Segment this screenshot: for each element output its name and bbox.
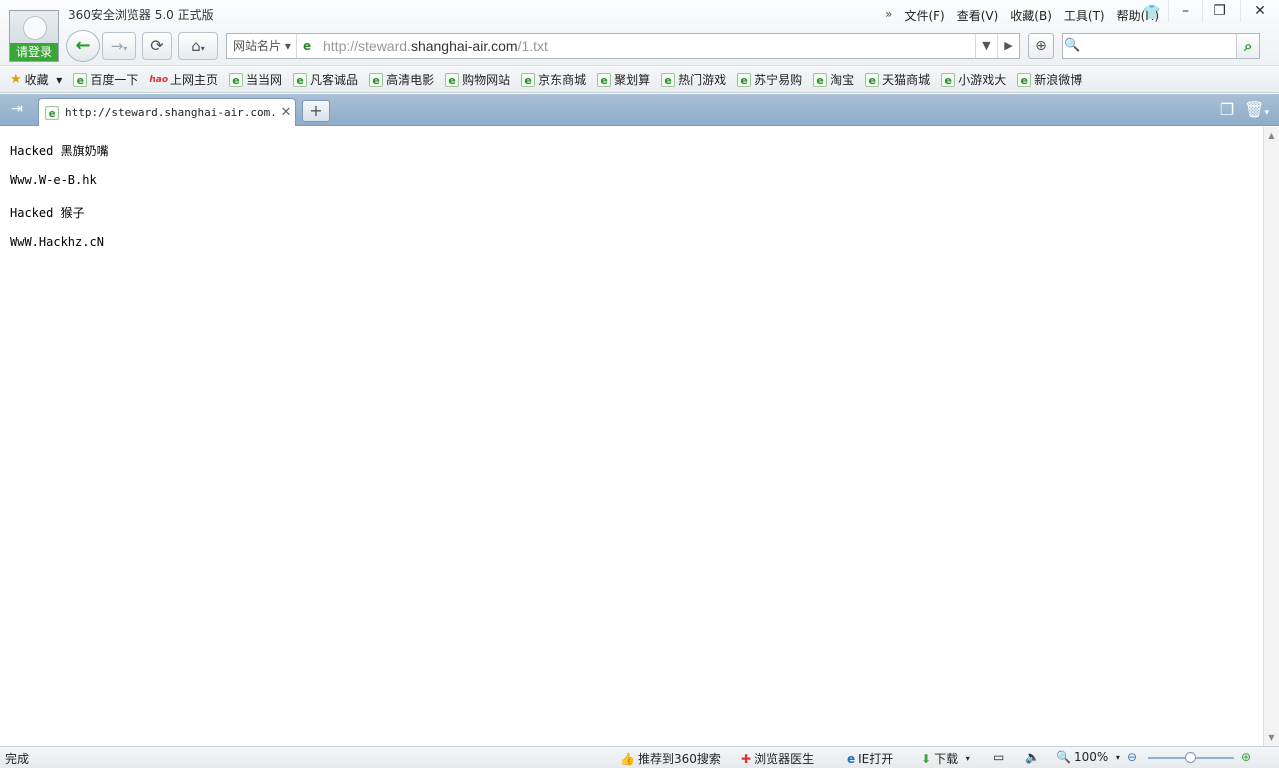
hao-icon: hao [149, 74, 169, 85]
ie-open[interactable]: e IE打开 [847, 750, 893, 767]
trash-icon[interactable]: 🗑▾ [1244, 100, 1269, 123]
thumb-up-icon: 👍 [620, 751, 635, 766]
user-avatar[interactable]: 请登录 [9, 10, 59, 62]
bookmark-item[interactable]: e 京东商城 [521, 71, 586, 88]
tab-active[interactable]: e http://steward.shanghai-air.com... ✕ [38, 98, 296, 126]
refresh-button[interactable]: ⟳ [142, 32, 172, 60]
tab-tools: ❐ 🗑▾ [1220, 100, 1269, 123]
zoom-in-icon[interactable]: ⊕ [1241, 750, 1251, 764]
bookmark-item[interactable]: e 聚划算 [597, 71, 650, 88]
search-engine-icon[interactable]: 🔍 [1063, 34, 1081, 58]
ie-logo-icon: e [847, 751, 856, 766]
login-button[interactable]: 请登录 [10, 43, 58, 61]
ie-icon: e [521, 72, 536, 87]
medkit-icon: ✚ [741, 751, 752, 766]
url-history-dropdown-icon[interactable]: ▼ [975, 34, 997, 58]
bookmark-item[interactable]: hao 上网主页 [149, 71, 218, 88]
status-text: 完成 [5, 752, 30, 766]
bookmark-item[interactable]: e 热门游戏 [661, 71, 726, 88]
menu-expand-icon[interactable]: » [885, 7, 892, 24]
content-line: WwW.Hackhz.cN [10, 235, 104, 249]
go-arrow-icon[interactable]: ▶ [997, 34, 1019, 58]
star-icon: ★ [10, 72, 22, 87]
app-title: 360安全浏览器 5.0 正式版 [68, 8, 214, 22]
bookmark-item[interactable]: e 淘宝 [813, 71, 854, 88]
scroll-up-icon[interactable]: ▲ [1264, 127, 1279, 144]
status-bar: 完成 👍 推荐到360搜索 ✚ 浏览器医生 e IE打开 ⬇ 下载 ▾ ▭ 🔈 🔍 100… [0, 746, 1279, 768]
forward-button[interactable]: →▾ [102, 32, 136, 60]
tab-bar: ⇥ e http://steward.shanghai-air.com... ✕… [0, 94, 1279, 126]
content-line: Hacked 猴子 [10, 206, 85, 220]
bookmark-item[interactable]: e 百度一下 [73, 71, 138, 88]
zoom-level[interactable]: 🔍 100% ▾ [1056, 750, 1120, 764]
ie-icon: e [45, 105, 59, 120]
bookmark-item[interactable]: e 高清电影 [369, 71, 434, 88]
bookmark-item[interactable]: e 新浪微博 [1017, 71, 1082, 88]
bookmark-item[interactable]: e 天猫商城 [865, 71, 930, 88]
page-favicon-icon: e [303, 39, 312, 53]
vertical-scrollbar[interactable]: ▲ ▼ [1263, 127, 1279, 746]
content-line: Www.W-e-B.hk [10, 173, 97, 187]
restore-button[interactable]: ❐ [1202, 0, 1236, 22]
menu-file[interactable]: 文件(F) [904, 7, 944, 24]
new-tab-button[interactable]: + [302, 100, 330, 122]
bookmark-item[interactable]: e 小游戏大 [941, 71, 1006, 88]
back-button[interactable]: ← [66, 30, 100, 62]
bookmark-item[interactable]: e 当当网 [229, 71, 282, 88]
ie-icon: e [737, 72, 752, 87]
title-bar: 请登录 360安全浏览器 5.0 正式版 » 文件(F) 查看(V) 收藏(B)… [0, 0, 1279, 66]
download-arrow-icon: ⬇ [921, 751, 932, 766]
url-text[interactable]: http://steward.shanghai-air.com/1.txt [323, 38, 975, 54]
ie-icon: e [73, 72, 88, 87]
ie-icon: e [597, 72, 612, 87]
address-bar[interactable]: 网站名片 ▾ e http://steward.shanghai-air.com… [226, 33, 1020, 59]
menu-tools[interactable]: 工具(T) [1064, 7, 1105, 24]
search-box[interactable]: 🔍 ⌕ [1062, 33, 1260, 59]
tab-list-icon[interactable]: ❐ [1220, 100, 1234, 123]
ie-icon: e [865, 72, 880, 87]
search-go-icon[interactable]: ⌕ [1236, 34, 1259, 58]
menu-view[interactable]: 查看(V) [957, 7, 999, 24]
tab-title: http://steward.shanghai-air.com... [65, 106, 277, 119]
bookmarks-bar: ★ 收藏 ▾ e 百度一下 hao 上网主页 e 当当网 e 凡客诚品 e 高清电影 e 购物… [0, 67, 1279, 93]
menu-bar: » 文件(F) 查看(V) 收藏(B) 工具(T) 帮助(H) [885, 7, 1159, 24]
security-shield-icon[interactable]: ⊕ [1028, 33, 1054, 59]
content-line: Hacked 黑旗奶嘴 [10, 144, 109, 158]
zoom-slider-knob[interactable] [1185, 752, 1196, 763]
skin-shirt-icon[interactable]: 👕 [1143, 6, 1160, 20]
ie-icon: e [445, 72, 460, 87]
avatar-head-icon [23, 16, 47, 40]
magnifier-icon: 🔍 [1056, 750, 1071, 764]
ie-icon: e [369, 72, 384, 87]
bookmark-item[interactable]: e 购物网站 [445, 71, 510, 88]
minimize-button[interactable]: – [1168, 0, 1202, 22]
tab-close-icon[interactable]: ✕ [277, 105, 295, 120]
ie-icon: e [941, 72, 956, 87]
close-window-button[interactable]: ✕ [1240, 0, 1279, 22]
bookmark-item[interactable]: e 凡客诚品 [293, 71, 358, 88]
ie-icon: e [293, 72, 308, 87]
ie-icon: e [229, 72, 244, 87]
browser-doctor[interactable]: ✚ 浏览器医生 [741, 750, 814, 767]
ie-icon: e [661, 72, 676, 87]
home-button[interactable]: ⌂▾ [178, 32, 218, 60]
recommend-360-search[interactable]: 👍 推荐到360搜索 [620, 750, 721, 767]
favorites-menu[interactable]: ★ 收藏 ▾ [10, 71, 62, 88]
site-card-dropdown[interactable]: 网站名片 ▾ [227, 34, 297, 58]
ie-icon: e [813, 72, 828, 87]
scroll-down-icon[interactable]: ▼ [1264, 729, 1279, 746]
screen-icon[interactable]: ▭ [993, 750, 1004, 764]
page-content: Hacked 黑旗奶嘴 Www.W-e-B.hk Hacked 猴子 WwW.H… [0, 127, 1263, 746]
volume-icon[interactable]: 🔈 [1025, 750, 1040, 764]
search-input[interactable] [1081, 34, 1237, 58]
bookmark-item[interactable]: e 苏宁易购 [737, 71, 802, 88]
download-button[interactable]: ⬇ 下载 ▾ [921, 750, 970, 767]
menu-favorites[interactable]: 收藏(B) [1010, 7, 1052, 24]
sidebar-toggle-icon[interactable]: ⇥ [6, 100, 28, 118]
zoom-out-icon[interactable]: ⊖ [1127, 750, 1137, 764]
ie-icon: e [1017, 72, 1032, 87]
